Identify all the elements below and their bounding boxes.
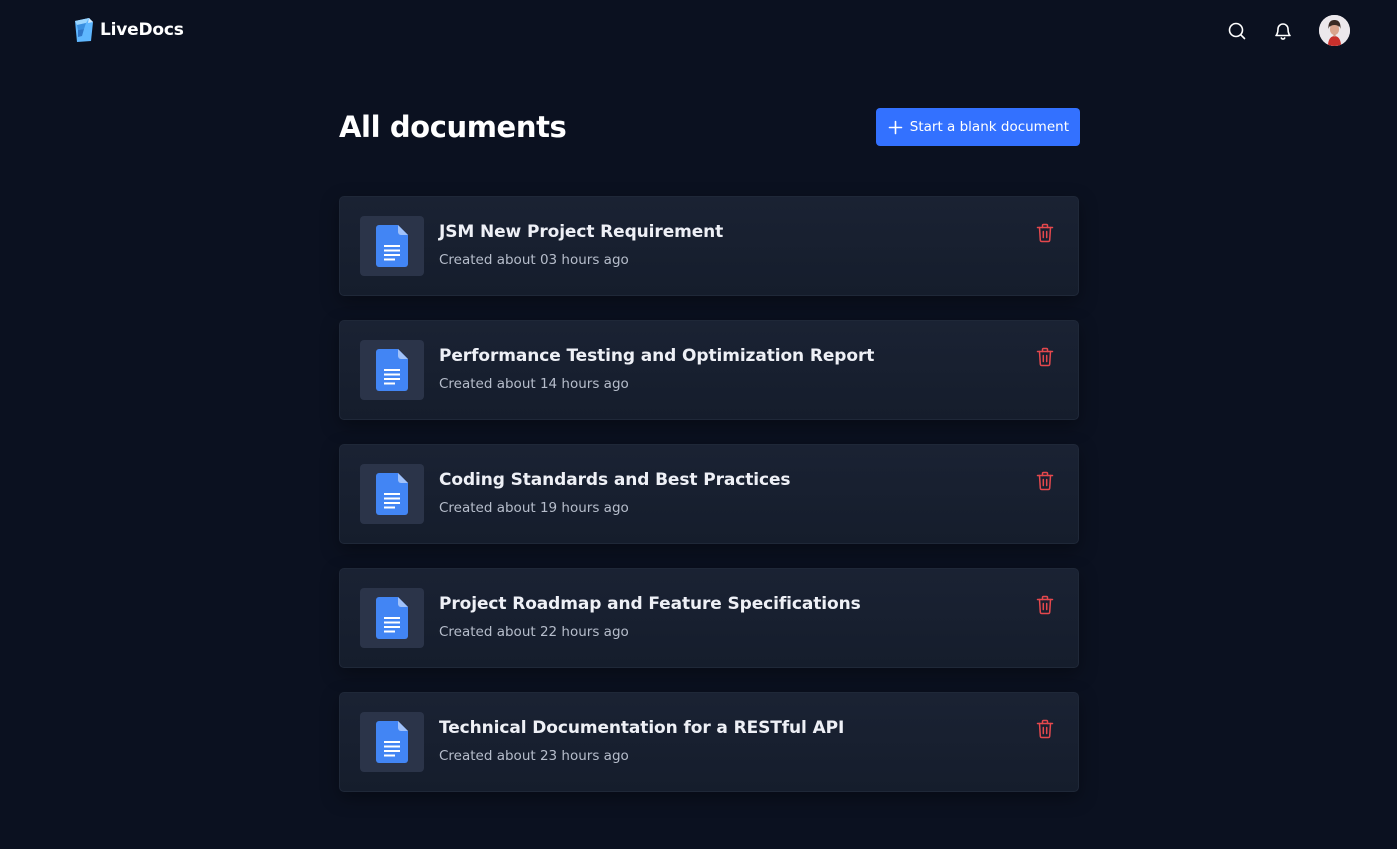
document-created-time: Created about 23 hours ago: [439, 748, 629, 764]
app-logo[interactable]: LiveDocs: [72, 17, 184, 43]
document-title[interactable]: Technical Documentation for a RESTful AP…: [439, 718, 844, 738]
top-header: LiveDocs: [0, 0, 1397, 62]
document-card[interactable]: Performance Testing and Optimization Rep…: [339, 320, 1079, 420]
document-thumbnail: [360, 588, 424, 648]
delete-document-button[interactable]: [1035, 222, 1055, 244]
document-title[interactable]: Coding Standards and Best Practices: [439, 470, 791, 490]
search-icon: [1228, 22, 1246, 39]
document-thumbnail: [360, 712, 424, 772]
trash-icon: [1036, 223, 1054, 243]
document-icon: [376, 225, 408, 267]
document-title[interactable]: Performance Testing and Optimization Rep…: [439, 346, 874, 366]
logo-icon: [75, 18, 93, 42]
document-icon: [376, 349, 408, 391]
page-title: All documents: [339, 110, 567, 144]
delete-document-button[interactable]: [1035, 470, 1055, 492]
document-icon: [376, 473, 408, 515]
document-card[interactable]: JSM New Project Requirement Created abou…: [339, 196, 1079, 296]
document-thumbnail: [360, 340, 424, 400]
document-title[interactable]: Project Roadmap and Feature Specificatio…: [439, 594, 861, 614]
bell-icon: [1275, 22, 1291, 40]
document-thumbnail: [360, 464, 424, 524]
app-name: LiveDocs: [100, 20, 184, 40]
user-avatar[interactable]: [1319, 15, 1350, 46]
start-blank-document-label: Start a blank document: [909, 119, 1069, 135]
document-created-time: Created about 03 hours ago: [439, 252, 629, 268]
delete-document-button[interactable]: [1035, 594, 1055, 616]
avatar-image: [1319, 15, 1350, 46]
delete-document-button[interactable]: [1035, 346, 1055, 368]
document-created-time: Created about 14 hours ago: [439, 376, 629, 392]
document-created-time: Created about 22 hours ago: [439, 624, 629, 640]
document-list: JSM New Project Requirement Created abou…: [339, 196, 1079, 816]
document-card[interactable]: Project Roadmap and Feature Specificatio…: [339, 568, 1079, 668]
search-button[interactable]: [1226, 20, 1248, 42]
document-icon: [376, 597, 408, 639]
document-icon: [376, 721, 408, 763]
delete-document-button[interactable]: [1035, 718, 1055, 740]
document-card[interactable]: Technical Documentation for a RESTful AP…: [339, 692, 1079, 792]
trash-icon: [1036, 347, 1054, 367]
notifications-button[interactable]: [1272, 20, 1294, 42]
document-thumbnail: [360, 216, 424, 276]
document-created-time: Created about 19 hours ago: [439, 500, 629, 516]
document-card[interactable]: Coding Standards and Best Practices Crea…: [339, 444, 1079, 544]
start-blank-document-button[interactable]: Start a blank document: [875, 108, 1080, 146]
document-title[interactable]: JSM New Project Requirement: [439, 222, 723, 242]
trash-icon: [1036, 471, 1054, 491]
plus-icon: [888, 120, 903, 134]
trash-icon: [1036, 719, 1054, 739]
trash-icon: [1036, 595, 1054, 615]
header-actions: [1226, 15, 1350, 46]
